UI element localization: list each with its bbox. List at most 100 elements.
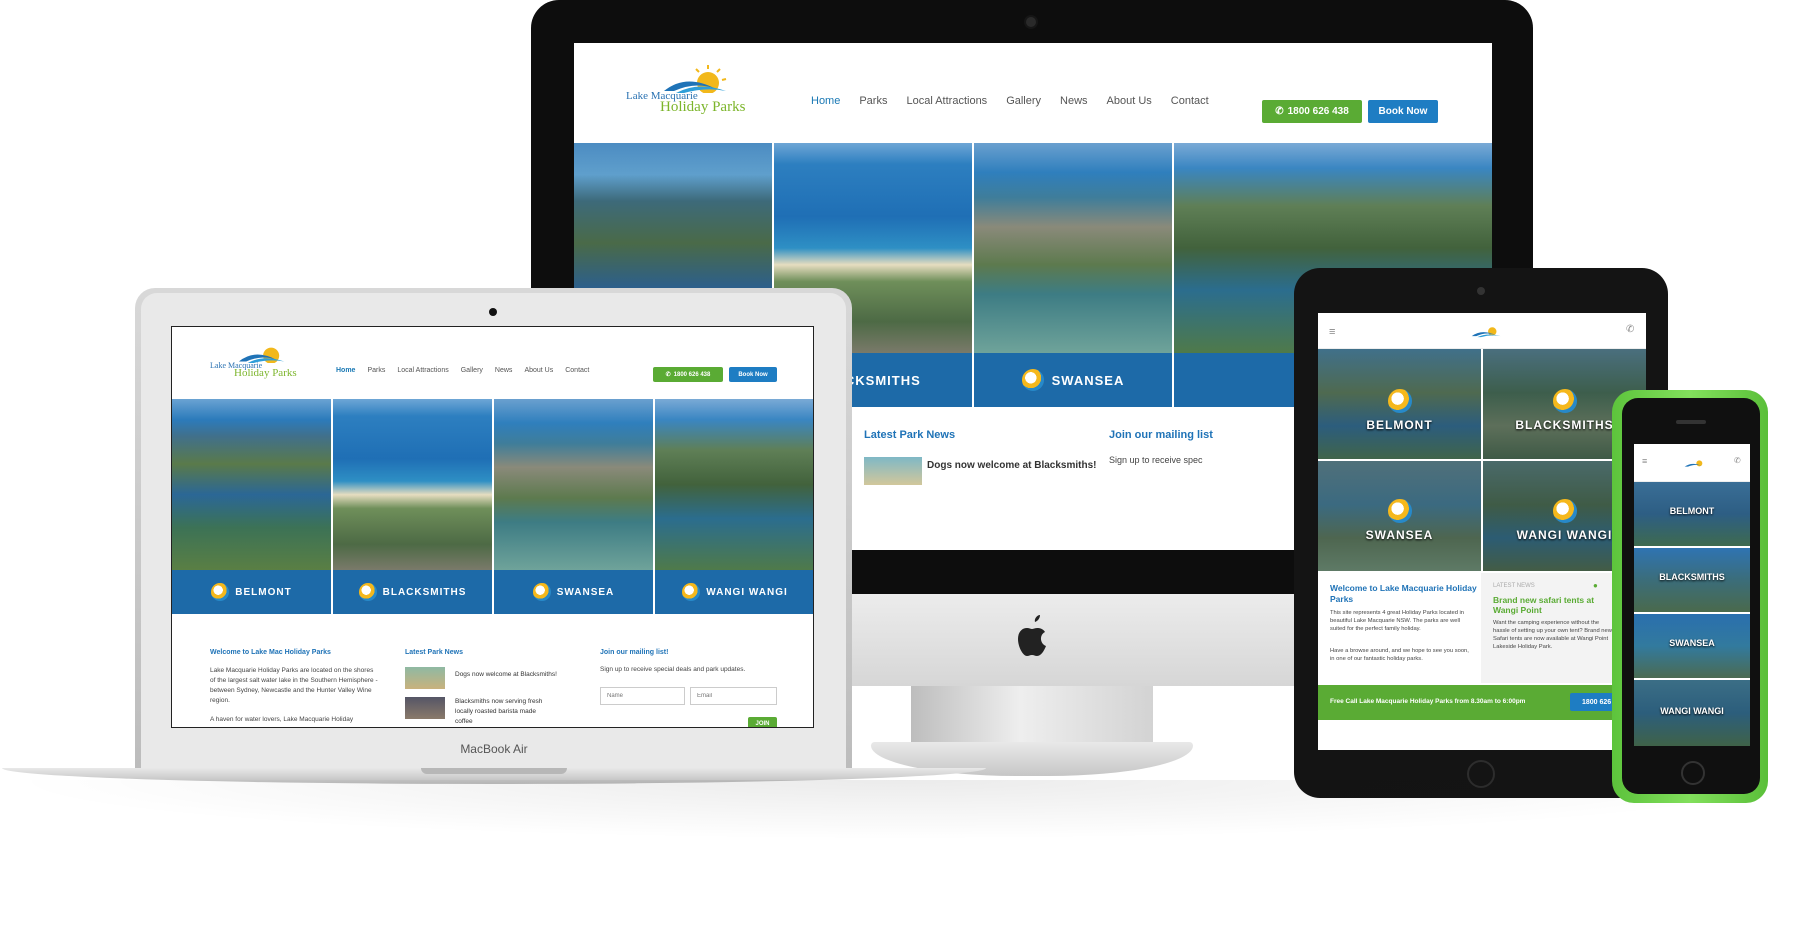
phone-icon: ✆ bbox=[1275, 106, 1284, 117]
park-band-swansea: SWANSEA bbox=[974, 353, 1172, 407]
menu-icon[interactable]: ≡ bbox=[1329, 326, 1335, 338]
phone-icon[interactable]: ✆ bbox=[1734, 456, 1741, 465]
park-badge-icon bbox=[1387, 389, 1412, 413]
news-thumbnail[interactable] bbox=[405, 697, 445, 719]
tablet-header: ≡ ✆ bbox=[1318, 313, 1646, 349]
park-tile-blacksmiths[interactable]: BLACKSMITHS bbox=[333, 399, 492, 614]
park-tile-wangi-wangi[interactable]: WANGI WANGI bbox=[655, 399, 813, 614]
sun-wave-logo-icon bbox=[664, 65, 727, 94]
nav-about-us[interactable]: About Us bbox=[1107, 95, 1152, 107]
nav-news[interactable]: News bbox=[1060, 95, 1088, 107]
nav-parks[interactable]: Parks bbox=[859, 95, 887, 107]
park-label: SWANSEA bbox=[1318, 499, 1481, 542]
tablet-website: ≡ ✆ BELMONT BLACKSMITHS SWANSEA WANGI WA… bbox=[1318, 313, 1646, 750]
news-item-title[interactable]: Dogs now welcome at Blacksmiths! bbox=[455, 671, 575, 678]
phone-header: ≡ ✆ bbox=[1634, 444, 1750, 482]
park-tile-swansea[interactable]: SWANSEA bbox=[494, 399, 653, 614]
phone-button-label: 1800 626 438 bbox=[673, 371, 711, 378]
join-button[interactable]: JOIN bbox=[748, 717, 777, 727]
park-badge-icon bbox=[532, 583, 551, 601]
logo-line2: Holiday Parks bbox=[234, 367, 297, 379]
phone-button[interactable]: ✆ 1800 626 438 bbox=[1262, 100, 1362, 123]
news-heading: Latest Park News bbox=[405, 649, 463, 656]
park-band-swansea: SWANSEA bbox=[494, 570, 653, 614]
park-tile-belmont[interactable]: BELMONT bbox=[172, 399, 331, 614]
news-item-title[interactable]: Blacksmiths now serving fresh locally ro… bbox=[455, 697, 555, 727]
nav-news[interactable]: News bbox=[495, 367, 513, 374]
site-logo[interactable]: Lake Macquarie Holiday Parks bbox=[626, 63, 746, 118]
nav-local-attractions[interactable]: Local Attractions bbox=[397, 367, 448, 374]
phone-icon[interactable]: ✆ bbox=[1626, 324, 1634, 335]
park-name: SWANSEA bbox=[1051, 372, 1125, 388]
aerial-photo bbox=[655, 399, 813, 570]
site-logo[interactable]: Lake Macquarie Holiday Parks bbox=[210, 341, 310, 381]
footer-text: Free Call Lake Macquarie Holiday Parks f… bbox=[1330, 698, 1526, 705]
book-now-button[interactable]: Book Now bbox=[729, 367, 777, 382]
nav-contact[interactable]: Contact bbox=[565, 367, 589, 374]
mailing-text: Sign up to receive spec bbox=[1109, 455, 1203, 465]
laptop-website: Lake Macquarie Holiday Parks Home Parks … bbox=[171, 326, 814, 728]
park-tile-blacksmiths[interactable]: BLACKSMITHS bbox=[1634, 548, 1750, 612]
news-heading: Latest Park News bbox=[864, 429, 956, 441]
imac-camera bbox=[1026, 17, 1036, 27]
nav-local-attractions[interactable]: Local Attractions bbox=[906, 95, 987, 107]
news-item-title[interactable]: Dogs now welcome at Blacksmiths! bbox=[927, 460, 1097, 471]
phone-speaker bbox=[1676, 420, 1706, 424]
welcome-text-2: Have a browse around, and we hope to see… bbox=[1330, 648, 1469, 662]
carousel-dots[interactable]: ● bbox=[1593, 581, 1598, 590]
news-heading[interactable]: Brand new safari tents at Wangi Point bbox=[1493, 595, 1613, 615]
tablet-camera bbox=[1477, 287, 1485, 295]
park-badge-icon bbox=[1021, 369, 1044, 391]
sun-wave-logo-icon[interactable] bbox=[1672, 452, 1712, 474]
nav-about-us[interactable]: About Us bbox=[524, 367, 553, 374]
apple-logo-icon bbox=[1018, 615, 1046, 656]
phone-website: ≡ ✆ BELMONT BLACKSMITHS SWANSEA WANGI WA… bbox=[1634, 444, 1750, 746]
welcome-text-2: A haven for water lovers, Lake Macquarie… bbox=[210, 716, 354, 723]
laptop-brand: MacBook Air bbox=[460, 742, 528, 756]
park-tile-belmont[interactable]: BELMONT bbox=[1318, 349, 1481, 459]
park-badge-icon bbox=[682, 583, 701, 601]
sun-wave-logo-icon[interactable] bbox=[1454, 319, 1510, 343]
aerial-photo bbox=[172, 399, 331, 570]
park-tile-swansea[interactable]: SWANSEA bbox=[1634, 614, 1750, 678]
name-input[interactable] bbox=[600, 687, 685, 705]
logo-line2: Holiday Parks bbox=[660, 99, 746, 115]
park-tile-wangi-wangi[interactable]: WANGI WANGI bbox=[1634, 680, 1750, 746]
park-badge-icon bbox=[1387, 499, 1412, 523]
menu-icon[interactable]: ≡ bbox=[1642, 456, 1647, 466]
park-name: BELMONT bbox=[1669, 506, 1715, 516]
mailing-heading: Join our mailing list bbox=[1109, 429, 1213, 441]
mailing-text: Sign up to receive special deals and par… bbox=[600, 666, 746, 673]
park-tile-swansea[interactable]: SWANSEA bbox=[974, 143, 1172, 407]
park-tile-belmont[interactable]: BELMONT bbox=[1634, 482, 1750, 546]
nav-home[interactable]: Home bbox=[811, 95, 840, 107]
park-name: BLACKSMITHS bbox=[1659, 572, 1725, 582]
desktop-nav: Home Parks Local Attractions Gallery New… bbox=[811, 95, 1209, 107]
aerial-photo bbox=[494, 399, 653, 570]
aerial-photo bbox=[333, 399, 492, 570]
park-name: BLACKSMITHS bbox=[382, 586, 467, 598]
park-band-blacksmiths: BLACKSMITHS bbox=[333, 570, 492, 614]
welcome-heading: Welcome to Lake Mac Holiday Parks bbox=[210, 649, 331, 656]
park-badge-icon bbox=[211, 583, 230, 601]
park-band-wangi-wangi: WANGI WANGI bbox=[655, 570, 813, 614]
nav-gallery[interactable]: Gallery bbox=[461, 367, 483, 374]
nav-contact[interactable]: Contact bbox=[1171, 95, 1209, 107]
phone-icon: ✆ bbox=[665, 372, 671, 378]
park-badge-icon bbox=[1552, 499, 1577, 523]
nav-gallery[interactable]: Gallery bbox=[1006, 95, 1041, 107]
news-thumbnail[interactable] bbox=[405, 667, 445, 689]
nav-home[interactable]: Home bbox=[336, 367, 355, 374]
park-name: BELMONT bbox=[235, 586, 292, 598]
park-tile-swansea[interactable]: SWANSEA bbox=[1318, 461, 1481, 571]
phone-button[interactable]: ✆ 1800 626 438 bbox=[653, 367, 723, 382]
email-input[interactable] bbox=[690, 687, 777, 705]
park-badge-icon bbox=[1552, 389, 1577, 413]
park-badge-icon bbox=[358, 583, 377, 601]
news-thumbnail[interactable] bbox=[864, 457, 922, 485]
nav-parks[interactable]: Parks bbox=[367, 367, 385, 374]
book-now-button[interactable]: Book Now bbox=[1368, 100, 1438, 123]
park-name: SWANSEA bbox=[556, 586, 615, 598]
park-name: WANGI WANGI bbox=[1660, 706, 1724, 716]
welcome-text: This site represents 4 great Holiday Par… bbox=[1330, 610, 1465, 632]
